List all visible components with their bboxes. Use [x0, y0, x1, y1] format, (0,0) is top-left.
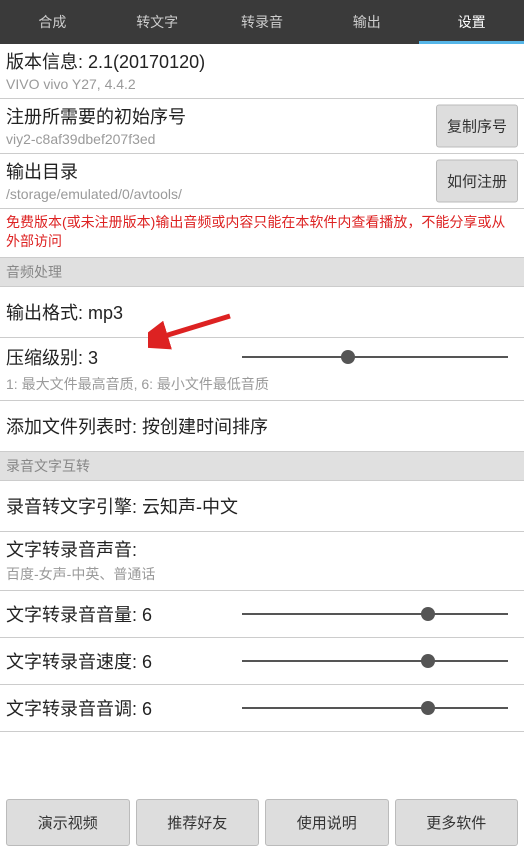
serial-label: 注册所需要的初始序号 — [6, 103, 424, 129]
tab-settings[interactable]: 设置 — [419, 0, 524, 44]
recommend-button[interactable]: 推荐好友 — [136, 799, 260, 846]
copy-serial-button[interactable]: 复制序号 — [436, 105, 518, 148]
row-output-format[interactable]: 输出格式: mp3 — [0, 287, 524, 338]
tab-to-text[interactable]: 转文字 — [105, 0, 210, 44]
bottom-button-bar: 演示视频 推荐好友 使用说明 更多软件 — [0, 799, 524, 846]
compression-label: 压缩级别: 3 — [6, 344, 242, 370]
help-button[interactable]: 使用说明 — [265, 799, 389, 846]
row-tts-volume[interactable]: 文字转录音音量: 6 — [0, 591, 524, 638]
tab-synth[interactable]: 合成 — [0, 0, 105, 44]
group-audio-processing: 音频处理 — [0, 258, 524, 287]
group-stt-tts: 录音文字互转 — [0, 452, 524, 481]
output-dir-label: 输出目录 — [6, 158, 424, 184]
more-apps-button[interactable]: 更多软件 — [395, 799, 519, 846]
tts-speed-slider[interactable] — [242, 660, 518, 662]
demo-video-button[interactable]: 演示视频 — [6, 799, 130, 846]
row-version[interactable]: 版本信息: 2.1(20170120) VIVO vivo Y27, 4.4.2 — [0, 44, 524, 99]
top-tabs: 合成 转文字 转录音 输出 设置 — [0, 0, 524, 44]
stt-engine-label: 录音转文字引擎: 云知声-中文 — [6, 493, 518, 519]
row-stt-engine[interactable]: 录音转文字引擎: 云知声-中文 — [0, 481, 524, 532]
how-register-button[interactable]: 如何注册 — [436, 160, 518, 203]
row-compression[interactable]: 压缩级别: 3 1: 最大文件最高音质, 6: 最小文件最低音质 — [0, 338, 524, 401]
tts-volume-slider[interactable] — [242, 613, 518, 615]
tab-to-audio[interactable]: 转录音 — [210, 0, 315, 44]
tts-voice-value: 百度-女声-中英、普通话 — [6, 564, 518, 584]
tts-volume-label: 文字转录音音量: 6 — [6, 601, 242, 627]
version-label: 版本信息: 2.1(20170120) — [6, 48, 518, 74]
row-add-list-sort[interactable]: 添加文件列表时: 按创建时间排序 — [0, 401, 524, 452]
row-output-dir[interactable]: 输出目录 /storage/emulated/0/avtools/ 如何注册 — [0, 154, 524, 209]
row-tts-pitch[interactable]: 文字转录音音调: 6 — [0, 685, 524, 732]
serial-value: viy2-c8af39dbef207f3ed — [6, 131, 424, 147]
compression-slider[interactable] — [242, 356, 518, 358]
device-info: VIVO vivo Y27, 4.4.2 — [6, 76, 518, 92]
row-tts-voice[interactable]: 文字转录音声音: 百度-女声-中英、普通话 — [0, 532, 524, 591]
settings-content: 版本信息: 2.1(20170120) VIVO vivo Y27, 4.4.2… — [0, 44, 524, 732]
output-format-label: 输出格式: mp3 — [6, 299, 518, 325]
compression-hint: 1: 最大文件最高音质, 6: 最小文件最低音质 — [6, 374, 518, 394]
output-dir-path: /storage/emulated/0/avtools/ — [6, 186, 424, 202]
tab-output[interactable]: 输出 — [314, 0, 419, 44]
row-tts-speed[interactable]: 文字转录音速度: 6 — [0, 638, 524, 685]
row-serial[interactable]: 注册所需要的初始序号 viy2-c8af39dbef207f3ed 复制序号 — [0, 99, 524, 154]
unregistered-note: 免费版本(或未注册版本)输出音频或内容只能在本软件内查看播放，不能分享或从外部访… — [0, 209, 524, 258]
tts-speed-label: 文字转录音速度: 6 — [6, 648, 242, 674]
tts-voice-label: 文字转录音声音: — [6, 536, 518, 562]
tts-pitch-slider[interactable] — [242, 707, 518, 709]
tts-pitch-label: 文字转录音音调: 6 — [6, 695, 242, 721]
add-list-label: 添加文件列表时: 按创建时间排序 — [6, 413, 518, 439]
